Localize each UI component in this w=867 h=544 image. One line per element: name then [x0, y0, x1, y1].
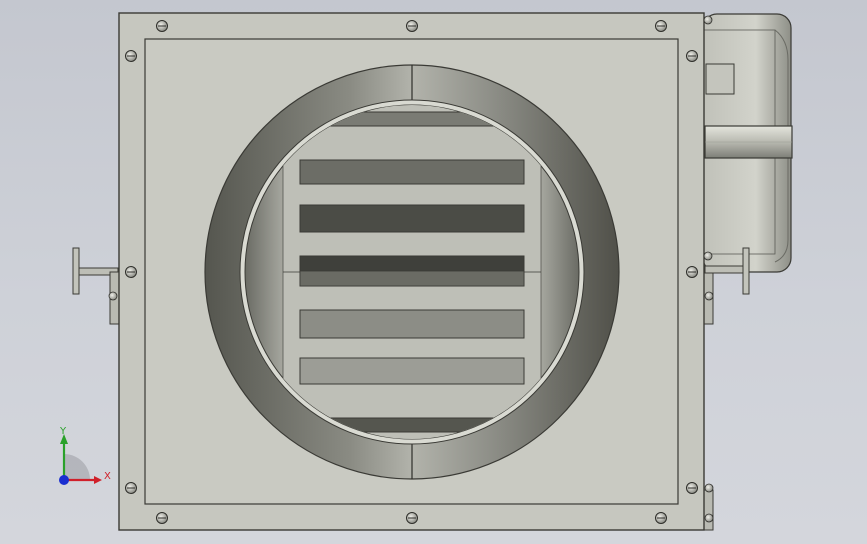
y-axis-label: Y	[59, 426, 67, 437]
bolt-head-icon	[125, 50, 137, 62]
bolt-head-icon	[108, 291, 118, 301]
bolt-head-icon	[125, 482, 137, 494]
coordinate-triad-icon[interactable]: Y X	[59, 426, 111, 485]
cad-viewport[interactable]: Y X	[0, 0, 867, 544]
bolt-head-icon	[704, 291, 714, 301]
bolt-head-icon	[704, 483, 714, 493]
bolt-head-icon	[156, 512, 168, 524]
left-handle[interactable]	[72, 247, 120, 325]
bolt-head-icon	[406, 512, 418, 524]
bolt-head-icon	[704, 513, 714, 523]
bolt-head-icon	[156, 20, 168, 32]
bolt-head-icon	[686, 482, 698, 494]
model-drawing[interactable]: Y X	[0, 0, 867, 544]
damper-louvers	[282, 105, 542, 439]
bolt-head-icon	[703, 251, 713, 261]
x-axis-label: X	[104, 471, 111, 482]
bolt-head-icon	[655, 20, 667, 32]
bolt-head-icon	[703, 15, 713, 25]
bolt-head-icon	[686, 50, 698, 62]
bolt-head-icon	[406, 20, 418, 32]
bolt-head-icon	[655, 512, 667, 524]
bolt-head-icon	[125, 266, 137, 278]
bolt-head-icon	[686, 266, 698, 278]
